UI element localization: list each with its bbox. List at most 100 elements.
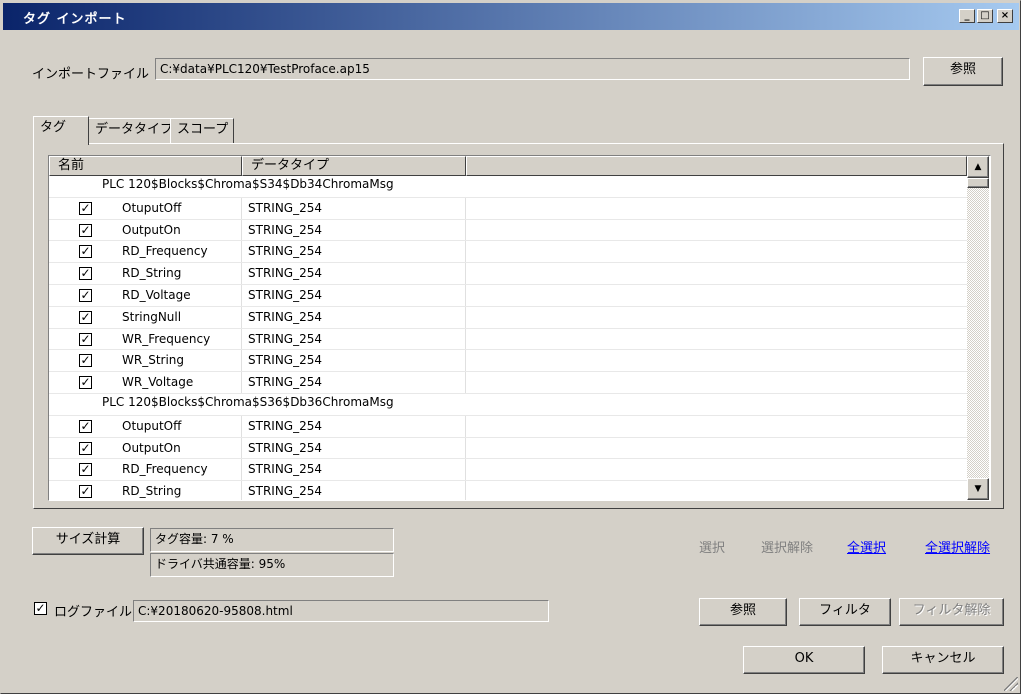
tab-data-type-label: データタイプ <box>95 122 174 137</box>
minimize-icon: _ <box>964 10 970 21</box>
tag-grid[interactable]: 名前 データタイプ PLC 120$Blocks$Chroma$S34$Db34… <box>48 155 991 501</box>
log-browse-button[interactable]: 参照 <box>699 598 787 626</box>
scroll-up-button[interactable]: ▲ <box>967 156 989 178</box>
tab-data-type[interactable]: データタイプ <box>88 118 174 143</box>
name-cell: ✓ RD_Frequency <box>49 241 242 263</box>
tag-row[interactable]: ✓ OtuputOff STRING_254 <box>49 197 967 220</box>
checkmark-icon: ✓ <box>80 353 91 368</box>
tag-checkbox[interactable]: ✓ <box>79 309 92 324</box>
data-type-cell: STRING_254 <box>242 350 466 372</box>
log-file-checkbox[interactable]: ✓ <box>34 602 47 615</box>
minimize-button[interactable]: _ <box>959 9 975 23</box>
checkmark-icon: ✓ <box>80 222 91 237</box>
tag-row[interactable]: ✓ RD_Frequency STRING_254 <box>49 459 967 482</box>
deselect-link[interactable]: 選択解除 <box>761 537 813 556</box>
tag-group-name: PLC 120$Blocks$Chroma$S36$Db36ChromaMsg <box>102 394 394 409</box>
tag-data-type: STRING_254 <box>248 353 323 368</box>
tag-checkbox[interactable]: ✓ <box>79 222 92 237</box>
tag-row[interactable]: ✓ RD_String STRING_254 <box>49 263 967 285</box>
tag-group-name: PLC 120$Blocks$Chroma$S34$Db34ChromaMsg <box>102 177 394 191</box>
cancel-button[interactable]: キャンセル <box>882 646 1004 674</box>
tag-row[interactable]: ✓ OutputOn STRING_254 <box>49 437 967 460</box>
tag-name: WR_String <box>122 353 185 368</box>
arrow-down-icon: ▼ <box>974 484 982 494</box>
close-button[interactable]: × <box>997 9 1013 23</box>
tag-data-type: STRING_254 <box>248 440 323 455</box>
clear-filter-button[interactable]: フィルタ解除 <box>899 598 1004 626</box>
log-file-path-field[interactable]: C:¥20180620-95808.html <box>133 600 549 622</box>
tag-checkbox[interactable]: ✓ <box>79 376 92 390</box>
tag-name: WR_Voltage <box>122 375 194 390</box>
tag-capacity-field: タグ容量: 7 % <box>150 528 394 552</box>
tag-row[interactable]: ✓ WR_String STRING_254 <box>49 350 967 373</box>
tag-name: OutputOn <box>122 222 181 237</box>
grid-rows: PLC 120$Blocks$Chroma$S34$Db34ChromaMsg ✓… <box>49 176 967 500</box>
tag-checkbox[interactable]: ✓ <box>79 288 92 302</box>
data-type-cell: STRING_254 <box>242 306 466 328</box>
tag-data-type: STRING_254 <box>248 244 323 259</box>
column-header-data-type[interactable]: データタイプ <box>242 156 466 176</box>
tag-row[interactable]: ✓ WR_Voltage STRING_254 <box>49 372 967 394</box>
tag-checkbox[interactable]: ✓ <box>79 331 92 346</box>
data-type-cell: STRING_254 <box>242 481 466 500</box>
tag-row[interactable]: ✓ OutputOn STRING_254 <box>49 219 967 242</box>
maximize-button[interactable]: □ <box>977 9 993 23</box>
checkmark-icon: ✓ <box>80 418 91 433</box>
tag-checkbox[interactable]: ✓ <box>79 244 92 259</box>
data-type-cell: STRING_254 <box>242 241 466 263</box>
tag-group-row[interactable]: PLC 120$Blocks$Chroma$S36$Db36ChromaMsg <box>49 394 967 416</box>
name-cell: ✓ OtuputOff <box>49 415 242 437</box>
scroll-thumb[interactable] <box>967 178 989 188</box>
tag-row[interactable]: ✓ RD_Frequency STRING_254 <box>49 241 967 264</box>
tag-checkbox[interactable]: ✓ <box>79 485 92 499</box>
checkmark-icon: ✓ <box>80 309 91 324</box>
tag-row[interactable]: ✓ OtuputOff STRING_254 <box>49 415 967 438</box>
select-all-link[interactable]: 全選択 <box>847 537 886 556</box>
name-cell: ✓ OtuputOff <box>49 197 242 219</box>
tag-checkbox[interactable]: ✓ <box>79 353 92 368</box>
name-cell: ✓ RD_Voltage <box>49 284 242 306</box>
resize-grip-icon[interactable] <box>1004 677 1018 691</box>
checkmark-icon: ✓ <box>80 244 91 259</box>
tag-data-type: STRING_254 <box>248 462 323 477</box>
tag-data-type: STRING_254 <box>248 418 323 433</box>
column-header-name[interactable]: 名前 <box>49 156 242 176</box>
ok-button[interactable]: OK <box>743 646 865 674</box>
tab-tags-label: タグ <box>40 120 67 135</box>
tab-tags[interactable]: タグ <box>33 116 89 145</box>
tag-name: OtuputOff <box>122 200 182 215</box>
import-browse-button[interactable]: 参照 <box>923 57 1003 86</box>
tag-row[interactable]: ✓ StringNull STRING_254 <box>49 306 967 329</box>
column-header-extra[interactable] <box>466 156 967 176</box>
tag-row[interactable]: ✓ RD_String STRING_254 <box>49 481 967 500</box>
data-type-cell: STRING_254 <box>242 284 466 306</box>
tag-data-type: STRING_254 <box>248 200 323 215</box>
tag-checkbox[interactable]: ✓ <box>79 267 92 281</box>
tag-name: RD_String <box>122 484 182 499</box>
title-bar[interactable]: タグ インポート _ □ × <box>3 3 1019 30</box>
tag-data-type: STRING_254 <box>248 222 323 237</box>
tag-data-type: STRING_254 <box>248 484 323 499</box>
tag-data-type: STRING_254 <box>248 309 323 324</box>
import-file-path-field[interactable]: C:¥data¥PLC120¥TestProface.ap15 <box>155 58 910 80</box>
tag-checkbox[interactable]: ✓ <box>79 201 92 215</box>
tag-row[interactable]: ✓ RD_Voltage STRING_254 <box>49 284 967 307</box>
select-link[interactable]: 選択 <box>699 537 725 556</box>
tag-checkbox[interactable]: ✓ <box>79 463 92 477</box>
checkmark-icon: ✓ <box>80 440 91 455</box>
name-cell: ✓ RD_Frequency <box>49 459 242 481</box>
log-file-label: ログファイル <box>54 605 133 620</box>
size-calculate-button[interactable]: サイズ計算 <box>32 527 144 555</box>
tab-scope[interactable]: スコープ <box>170 118 234 143</box>
name-cell: ✓ RD_String <box>49 481 242 500</box>
checkmark-icon: ✓ <box>80 331 91 346</box>
tag-row[interactable]: ✓ WR_Frequency STRING_254 <box>49 328 967 351</box>
tag-checkbox[interactable]: ✓ <box>79 440 92 455</box>
scroll-down-button[interactable]: ▼ <box>967 478 989 500</box>
name-cell: ✓ WR_Voltage <box>49 372 242 393</box>
tag-group-row[interactable]: PLC 120$Blocks$Chroma$S34$Db34ChromaMsg <box>49 176 967 198</box>
filter-button[interactable]: フィルタ <box>799 598 891 626</box>
grid-vertical-scrollbar[interactable]: ▲ ▼ <box>967 156 989 500</box>
tag-checkbox[interactable]: ✓ <box>79 418 92 433</box>
deselect-all-link[interactable]: 全選択解除 <box>925 537 990 556</box>
